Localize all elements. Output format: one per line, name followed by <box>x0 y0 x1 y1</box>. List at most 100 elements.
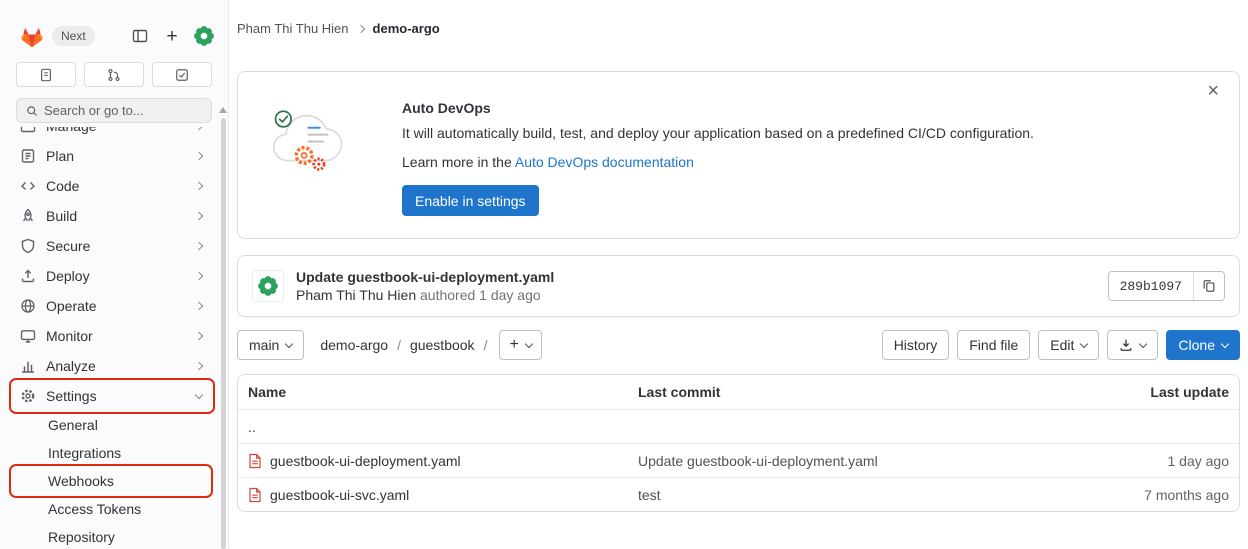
briefcase-icon <box>20 127 36 134</box>
chevron-down-icon <box>285 339 293 347</box>
table-row[interactable]: guestbook-ui-svc.yaml test 7 months ago <box>238 477 1239 511</box>
sidebar-header: Next + <box>0 0 228 50</box>
next-badge: Next <box>52 26 95 46</box>
table-row-parent-dir[interactable]: .. <box>238 409 1239 443</box>
path-dir-link[interactable]: guestbook <box>410 337 475 353</box>
gitlab-logo-icon[interactable] <box>20 25 44 48</box>
auto-devops-banner: Auto DevOps It will automatically build,… <box>237 71 1240 239</box>
issue-doc-icon <box>39 68 53 82</box>
chevron-right-icon <box>195 272 203 280</box>
commit-avatar[interactable] <box>252 270 284 302</box>
monitor-icon <box>20 328 36 344</box>
plus-icon: + <box>509 337 518 353</box>
sidebar-item-settings[interactable]: Settings <box>12 381 212 411</box>
sidebar-item-monitor[interactable]: Monitor <box>12 321 212 351</box>
search-placeholder: Search or go to... <box>44 103 144 118</box>
issues-shortcut-button[interactable] <box>16 62 76 87</box>
merge-requests-shortcut-button[interactable] <box>84 62 144 87</box>
enable-in-settings-button[interactable]: Enable in settings <box>402 185 539 216</box>
sidebar-toggle-icon[interactable] <box>128 24 152 48</box>
banner-title: Auto DevOps <box>402 100 1034 116</box>
commit-message-link[interactable]: test <box>638 487 1049 503</box>
sidebar-item-deploy[interactable]: Deploy <box>12 261 212 291</box>
sidebar-item-build[interactable]: Build <box>12 201 212 231</box>
plus-icon: + <box>166 27 177 46</box>
sidebar-item-webhooks[interactable]: Webhooks <box>12 467 210 495</box>
sidebar-scrollbar[interactable] <box>221 118 226 549</box>
topbar: Pham Thi Thu Hien demo-argo <box>229 0 1248 57</box>
close-icon[interactable]: × <box>1201 80 1225 102</box>
commit-title-link[interactable]: Update guestbook-ui-deployment.yaml <box>296 269 554 285</box>
commit-meta: Update guestbook-ui-deployment.yaml Pham… <box>296 269 554 303</box>
breadcrumb-root[interactable]: Pham Thi Thu Hien <box>237 21 349 36</box>
find-file-button[interactable]: Find file <box>957 330 1030 360</box>
content: Auto DevOps It will automatically build,… <box>229 57 1248 512</box>
breadcrumb: Pham Thi Thu Hien demo-argo <box>237 21 440 36</box>
file-link[interactable]: guestbook-ui-deployment.yaml <box>270 453 461 469</box>
sidebar: Next + <box>0 0 229 549</box>
column-header-last-commit: Last commit <box>638 384 1049 400</box>
chevron-right-icon <box>195 242 203 250</box>
last-update-text: 7 months ago <box>1049 487 1229 503</box>
commit-sha-group: 289b1097 <box>1108 271 1225 301</box>
edit-dropdown-button[interactable]: Edit <box>1038 330 1099 360</box>
file-link[interactable]: guestbook-ui-svc.yaml <box>270 487 409 503</box>
yaml-file-icon <box>248 487 262 503</box>
branch-selector-button[interactable]: main <box>237 330 304 360</box>
scrollbar-up-arrow[interactable] <box>219 107 227 113</box>
sidebar-item-general[interactable]: General <box>12 411 210 439</box>
chevron-right-icon <box>195 152 203 160</box>
chart-icon <box>20 358 36 374</box>
list-icon <box>20 148 36 164</box>
sidebar-item-code[interactable]: Code <box>12 171 212 201</box>
last-commit-card: Update guestbook-ui-deployment.yaml Pham… <box>237 255 1240 317</box>
chevron-right-icon <box>356 24 364 32</box>
parent-dir-link[interactable]: .. <box>248 419 256 435</box>
chevron-right-icon <box>195 332 203 340</box>
merge-request-icon <box>107 68 121 82</box>
download-icon <box>1119 338 1133 352</box>
table-row[interactable]: guestbook-ui-deployment.yaml Update gues… <box>238 443 1239 477</box>
clone-dropdown-button[interactable]: Clone <box>1166 330 1240 360</box>
sidebar-item-manage[interactable]: Manage <box>12 127 212 141</box>
chevron-down-icon <box>1139 339 1147 347</box>
add-file-dropdown-button[interactable]: + <box>499 330 541 360</box>
chevron-down-icon <box>1080 339 1088 347</box>
shield-icon <box>20 238 36 254</box>
commit-sha[interactable]: 289b1097 <box>1109 272 1193 300</box>
path-project-link[interactable]: demo-argo <box>320 337 388 353</box>
sidebar-item-repository[interactable]: Repository <box>12 523 210 549</box>
todo-shortcut-button[interactable] <box>152 62 212 87</box>
table-header-row: Name Last commit Last update <box>238 375 1239 410</box>
project-avatar[interactable] <box>192 24 216 48</box>
commit-author[interactable]: Pham Thi Thu Hien <box>296 287 416 303</box>
file-tree-table: Name Last commit Last update .. guestboo… <box>237 374 1240 512</box>
todo-check-icon <box>175 68 189 82</box>
download-dropdown-button[interactable] <box>1107 330 1158 360</box>
sidebar-item-plan[interactable]: Plan <box>12 141 212 171</box>
sidebar-shortcuts <box>0 50 228 87</box>
sidebar-item-operate[interactable]: Operate <box>12 291 212 321</box>
sidebar-item-access-tokens[interactable]: Access Tokens <box>12 495 210 523</box>
copy-sha-button[interactable] <box>1193 272 1224 300</box>
yaml-file-icon <box>248 453 262 469</box>
file-navigation-bar: main demo-argo / guestbook / + History F… <box>237 330 1240 360</box>
last-update-text: 1 day ago <box>1049 453 1229 469</box>
search-icon <box>26 105 38 117</box>
search-input[interactable]: Search or go to... <box>16 98 212 123</box>
chevron-right-icon <box>195 362 203 370</box>
sidebar-item-analyze[interactable]: Analyze <box>12 351 212 381</box>
auto-devops-doc-link[interactable]: Auto DevOps documentation <box>515 154 694 170</box>
code-icon <box>20 178 36 194</box>
commit-authored-ago: authored 1 day ago <box>416 287 541 303</box>
sidebar-item-secure[interactable]: Secure <box>12 231 212 261</box>
commit-message-link[interactable]: Update guestbook-ui-deployment.yaml <box>638 453 1049 469</box>
history-button[interactable]: History <box>882 330 950 360</box>
column-header-name: Name <box>248 384 638 400</box>
sidebar-item-integrations[interactable]: Integrations <box>12 439 210 467</box>
breadcrumb-current[interactable]: demo-argo <box>373 21 440 36</box>
chevron-right-icon <box>195 127 203 130</box>
chevron-right-icon <box>195 302 203 310</box>
globe-icon <box>20 298 36 314</box>
create-new-button[interactable]: + <box>160 24 184 48</box>
